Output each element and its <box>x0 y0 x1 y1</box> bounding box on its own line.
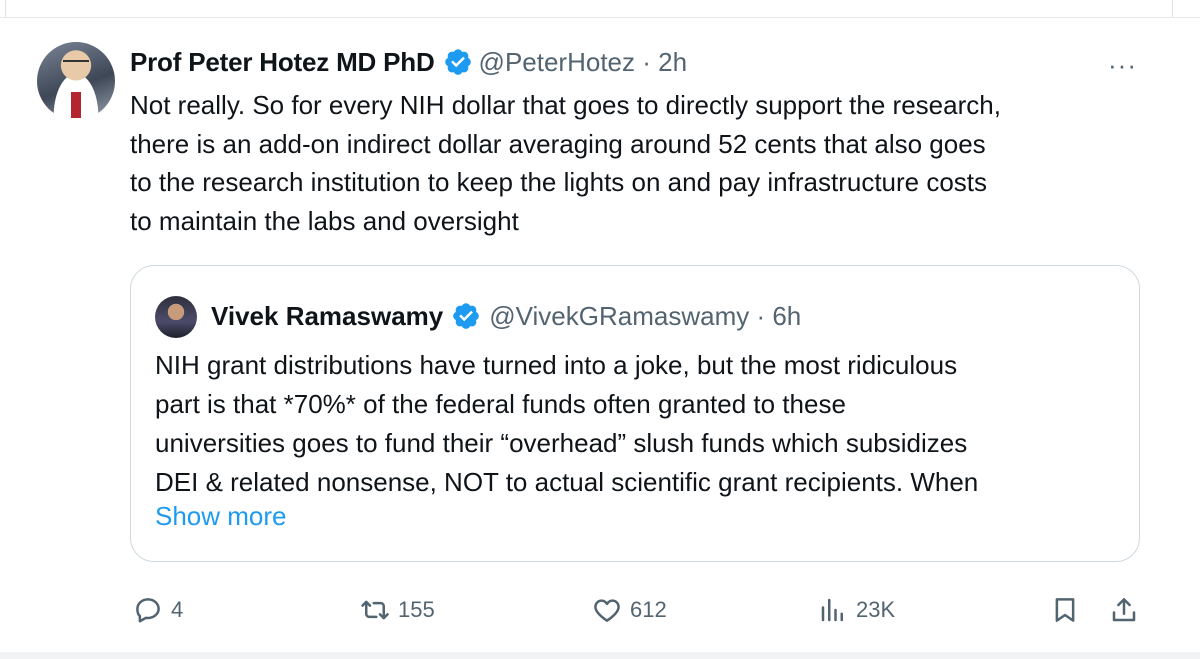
quoted-author-name: Vivek Ramaswamy <box>211 300 444 331</box>
views-count: 23K <box>856 597 896 622</box>
quoted-tweet[interactable]: Vivek Ramaswamy @VivekGRamaswamy · 6h NI… <box>130 265 1140 562</box>
like-count: 612 <box>630 597 667 622</box>
tweet-header: Prof Peter Hotez MD PhD @PeterHotez · 2h <box>130 42 687 82</box>
avatar-glasses <box>63 60 89 67</box>
quoted-author-avatar[interactable] <box>155 296 197 338</box>
verified-badge-icon <box>453 303 480 329</box>
bookmark-icon <box>1055 598 1075 622</box>
show-more-link[interactable]: Show more <box>155 501 287 532</box>
share-icon <box>1112 598 1136 622</box>
quoted-tweet-header: Vivek Ramaswamy @VivekGRamaswamy · 6h <box>211 296 801 336</box>
bookmark-button[interactable] <box>1050 590 1080 630</box>
quoted-author-handle-time: @VivekGRamaswamy · 6h <box>489 300 802 331</box>
repost-count: 155 <box>398 597 435 622</box>
reply-button[interactable]: 4 <box>133 590 183 630</box>
quoted-tweet-text: NIH grant distributions have turned into… <box>155 350 979 497</box>
like-button[interactable]: 612 <box>592 590 667 630</box>
tweet-text: Not really. So for every NIH dollar that… <box>130 90 1001 236</box>
tweet-actions-bar: 4 155 612 23K <box>0 590 1200 630</box>
verified-badge-icon <box>444 49 471 75</box>
top-divider <box>0 17 1200 18</box>
repost-button[interactable]: 155 <box>360 590 435 630</box>
views-chart-icon <box>821 598 843 622</box>
heart-icon <box>594 599 620 622</box>
author-name[interactable]: Prof Peter Hotez MD PhD <box>130 47 435 78</box>
frame-edge-right <box>1172 0 1173 18</box>
more-options-icon[interactable]: ··· <box>1108 52 1137 78</box>
avatar-tie <box>71 92 81 118</box>
share-button[interactable] <box>1109 590 1139 630</box>
author-avatar[interactable] <box>37 42 115 120</box>
top-frame <box>0 0 1200 18</box>
reply-count: 4 <box>171 597 184 622</box>
author-handle-time[interactable]: @PeterHotez · 2h <box>479 47 687 78</box>
reply-icon <box>136 598 160 623</box>
frame-edge-left <box>5 0 6 18</box>
bottom-separator <box>0 652 1200 659</box>
repost-icon <box>361 600 389 620</box>
views-button[interactable]: 23K <box>818 590 895 630</box>
